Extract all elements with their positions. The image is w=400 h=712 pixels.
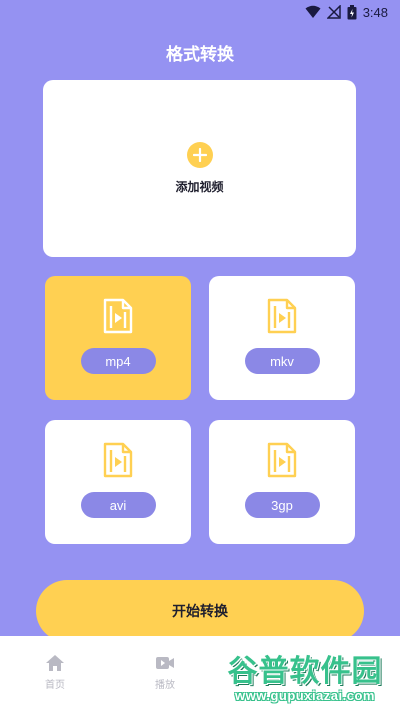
watermark-text: 谷普软件园 (227, 653, 383, 689)
nav-label-play: 播放 (155, 680, 175, 691)
video-file-icon (103, 298, 133, 334)
format-card-mp4[interactable]: mp4 (45, 276, 191, 400)
nav-label-home: 首页 (45, 680, 65, 691)
video-file-icon (267, 298, 297, 334)
add-video-label: 添加视频 (175, 180, 224, 194)
format-card-3gp[interactable]: 3gp (209, 420, 355, 544)
format-card-mkv[interactable]: mkv (209, 276, 355, 400)
wifi-icon (305, 5, 321, 18)
watermark-url: www.gupuxiazai.com (235, 687, 375, 703)
page-title: 格式转换 (166, 45, 234, 65)
plus-icon (186, 142, 213, 168)
format-label-avi: avi (80, 492, 156, 518)
status-time: 3:48 (362, 4, 388, 20)
format-label-mp4: mp4 (80, 348, 156, 374)
video-file-icon (103, 442, 133, 478)
nav-item-play[interactable]: 播放 (110, 636, 220, 712)
format-card-avi[interactable]: avi (45, 420, 191, 544)
video-file-icon (267, 442, 297, 478)
add-video-card[interactable]: 添加视频 (43, 80, 356, 257)
format-label-3gp: 3gp (244, 492, 320, 518)
format-label-mkv: mkv (244, 348, 320, 374)
battery-icon (347, 4, 357, 19)
nav-item-home[interactable]: 首页 (0, 636, 110, 712)
no-signal-icon (326, 5, 341, 19)
watermark-logo: 谷普软件园 www.gupuxiazai.com (210, 636, 400, 712)
status-bar: 3:48 (0, 0, 400, 24)
start-convert-button[interactable]: 开始转换 (36, 580, 364, 642)
home-icon (46, 655, 64, 671)
video-camera-icon (156, 657, 174, 669)
